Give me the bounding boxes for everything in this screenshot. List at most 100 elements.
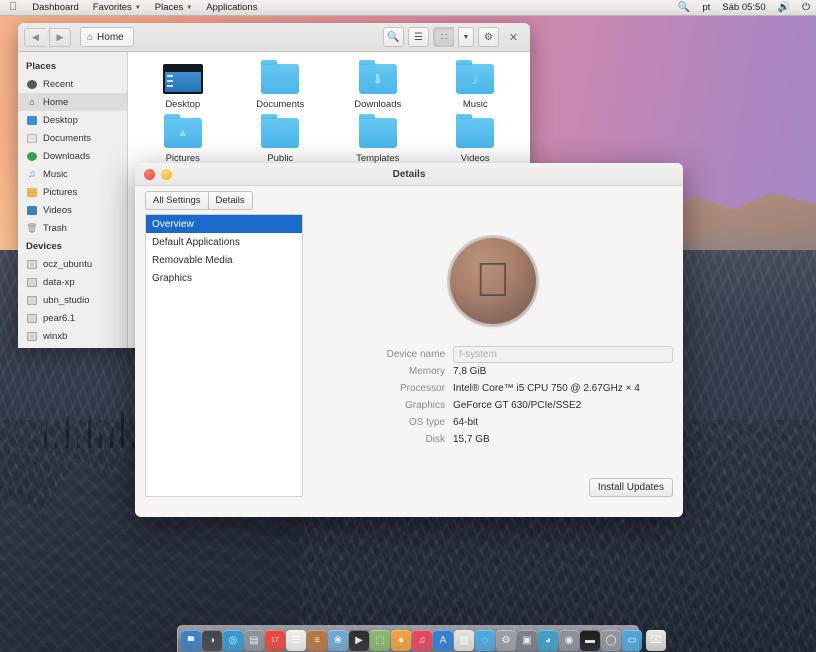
details-window[interactable]: Details All Settings Details Overview De… bbox=[135, 163, 683, 517]
dock-item-messages[interactable]: ● bbox=[391, 630, 411, 651]
apple-logo-badge-icon:  bbox=[450, 238, 536, 324]
downloads-icon bbox=[26, 150, 38, 162]
arrow-left-icon[interactable]: ◀ bbox=[24, 27, 46, 47]
dock-item-browser[interactable]: ◌ bbox=[475, 630, 495, 651]
sidebar-item-trash[interactable]: 🗑 Trash bbox=[18, 219, 127, 237]
menu-item-dashboard[interactable]: Dashboard bbox=[25, 0, 85, 15]
system-specs: Device name f-system Memory 7,8 GiB Proc… bbox=[313, 346, 673, 448]
dock-item-addressbook[interactable]: ▤ bbox=[244, 630, 264, 651]
file-item-downloads[interactable]: ⬇ Downloads bbox=[329, 60, 427, 110]
drive-icon bbox=[26, 330, 38, 342]
dock-item-appstore[interactable]: A bbox=[433, 630, 453, 651]
sidebar-item-home[interactable]: ⌂ Home bbox=[18, 93, 127, 111]
folder-icon: ⬇ bbox=[358, 60, 397, 94]
sidebar-item-pictures[interactable]: Pictures bbox=[18, 183, 127, 201]
nav-item-graphics[interactable]: Graphics bbox=[146, 269, 302, 287]
sidebar-item-pear61[interactable]: pear6.1 bbox=[18, 309, 127, 327]
file-item-documents[interactable]: Documents bbox=[232, 60, 330, 110]
close-icon[interactable]: ✕ bbox=[503, 27, 524, 47]
sidebar-item-downloads[interactable]: Downloads bbox=[18, 147, 127, 165]
dock-item-calendar[interactable]: 17 bbox=[265, 630, 285, 651]
dock-item-reminders[interactable]: ≡ bbox=[307, 630, 327, 651]
menu-item-favorites[interactable]: Favorites ▼ bbox=[86, 0, 148, 15]
dock-item-files[interactable]: ⬚ bbox=[370, 630, 390, 651]
close-button[interactable] bbox=[144, 169, 155, 180]
sidebar-item-data-xp[interactable]: data-xp bbox=[18, 273, 127, 291]
grid-view-icon[interactable]: ∷ bbox=[433, 27, 454, 47]
nav-item-removable-media[interactable]: Removable Media bbox=[146, 251, 302, 269]
clock[interactable]: Sáb 05:50 bbox=[716, 0, 771, 15]
spec-label: Processor bbox=[399, 383, 445, 394]
sidebar-item-ocz-ubuntu[interactable]: ocz_ubuntu bbox=[18, 255, 127, 273]
breadcrumb-home[interactable]: ⌂ Home bbox=[80, 27, 134, 47]
tab-all-settings[interactable]: All Settings bbox=[145, 191, 208, 210]
sidebar-item-music[interactable]: ♫ Music bbox=[18, 165, 127, 183]
sidebar-item-recent[interactable]: Recent bbox=[18, 75, 127, 93]
dock-item-terminal[interactable]: ◕ bbox=[538, 630, 558, 651]
device-name-input[interactable]: f-system bbox=[453, 346, 673, 363]
details-titlebar: Details bbox=[135, 163, 683, 186]
sidebar-item-label: pear6.1 bbox=[43, 312, 76, 324]
dock-item-trash[interactable]: ⌧ bbox=[646, 630, 666, 651]
file-item-public[interactable]: Public bbox=[232, 114, 330, 164]
dock-item-video[interactable]: ▶ bbox=[349, 630, 369, 651]
dock-item-notes[interactable]: ☰ bbox=[286, 630, 306, 651]
apple-logo-icon[interactable]:  bbox=[0, 1, 25, 14]
top-menu-bar[interactable]:  Dashboard Favorites ▼ Places ▼ Applica… bbox=[0, 0, 816, 16]
sidebar-item-videos[interactable]: Videos bbox=[18, 201, 127, 219]
search-icon[interactable]: 🔍 bbox=[383, 27, 404, 47]
sidebar-item-winxb[interactable]: winxb bbox=[18, 327, 127, 345]
dock-item-documents[interactable]: ▧ bbox=[454, 630, 474, 651]
dock-item-preview[interactable]: ▣ bbox=[517, 630, 537, 651]
list-view-icon[interactable]: ☰ bbox=[408, 27, 429, 47]
dock[interactable]: 🖿 ◑ ◎ ▤ 17 ☰ ≡ ❀ ▶ ⬚ ● ♫ A ▧ ◌ ⚙ ▣ ◕ ◉ ▬ ◯ ▭ ⌧ bbox=[177, 625, 666, 652]
gear-icon[interactable]: ⚙ bbox=[478, 27, 499, 47]
tab-details[interactable]: Details bbox=[207, 191, 253, 210]
drive-icon bbox=[26, 276, 38, 288]
menu-item-places[interactable]: Places ▼ bbox=[148, 0, 199, 15]
nav-item-label: Graphics bbox=[152, 272, 193, 284]
sidebar-item-label: Downloads bbox=[43, 150, 90, 162]
spec-value: 64-bit bbox=[453, 417, 479, 428]
install-updates-label: Install Updates bbox=[597, 482, 664, 493]
volume-icon[interactable]: 🔊 bbox=[772, 0, 796, 15]
disk-icon: ◉ bbox=[564, 635, 574, 646]
dock-item-photos[interactable]: ❀ bbox=[328, 630, 348, 651]
spec-value: 7,8 GiB bbox=[453, 366, 487, 377]
sidebar-item-ubn-studio[interactable]: ubn_studio bbox=[18, 291, 127, 309]
menu-item-applications[interactable]: Applications bbox=[199, 0, 264, 15]
dock-item-settings[interactable]: ⚙ bbox=[496, 630, 516, 651]
notes-icon: ☰ bbox=[291, 635, 301, 646]
power-icon[interactable]: ⏻ bbox=[796, 0, 816, 15]
file-item-music[interactable]: ♪ Music bbox=[427, 60, 525, 110]
dock-item-finder[interactable]: 🖿 bbox=[181, 630, 201, 651]
dock-item-safari[interactable]: ◎ bbox=[223, 630, 243, 651]
nav-item-default-applications[interactable]: Default Applications bbox=[146, 233, 302, 251]
arrow-right-icon[interactable]: ▶ bbox=[49, 27, 71, 47]
dock-item-disk[interactable]: ◉ bbox=[559, 630, 579, 651]
nav-item-overview[interactable]: Overview bbox=[146, 215, 302, 233]
details-nav-list[interactable]: Overview Default Applications Removable … bbox=[145, 214, 303, 497]
search-icon[interactable]: 🔍 bbox=[672, 0, 696, 15]
menu-item-label: Applications bbox=[197, 2, 257, 13]
sidebar-item-desktop[interactable]: Desktop bbox=[18, 111, 127, 129]
dock-item-dashboard[interactable]: ◑ bbox=[202, 630, 222, 651]
dock-item-display[interactable]: ▬ bbox=[580, 630, 600, 651]
file-item-templates[interactable]: Templates bbox=[329, 114, 427, 164]
sidebar-item-label: Pictures bbox=[43, 186, 78, 198]
nav-item-label: Default Applications bbox=[152, 236, 240, 248]
file-item-pictures[interactable]: ▲ Pictures bbox=[134, 114, 232, 164]
minimize-button[interactable] bbox=[161, 169, 172, 180]
install-updates-button[interactable]: Install Updates bbox=[588, 478, 673, 497]
keyboard-layout-indicator[interactable]: pt bbox=[696, 0, 716, 15]
file-item-videos[interactable]: Videos bbox=[427, 114, 525, 164]
dock-item-desktop[interactable]: ▭ bbox=[622, 630, 642, 651]
sidebar-item-documents[interactable]: Documents bbox=[18, 129, 127, 147]
dock-item-camera[interactable]: ◯ bbox=[601, 630, 621, 651]
dock-item-itunes[interactable]: ♫ bbox=[412, 630, 432, 651]
chevron-down-icon[interactable]: ▼ bbox=[458, 27, 474, 47]
sidebar-header-places: Places bbox=[26, 61, 57, 72]
file-item-desktop[interactable]: Desktop bbox=[134, 64, 232, 110]
device-name-value: f-system bbox=[459, 349, 497, 360]
drive-icon bbox=[26, 258, 38, 270]
